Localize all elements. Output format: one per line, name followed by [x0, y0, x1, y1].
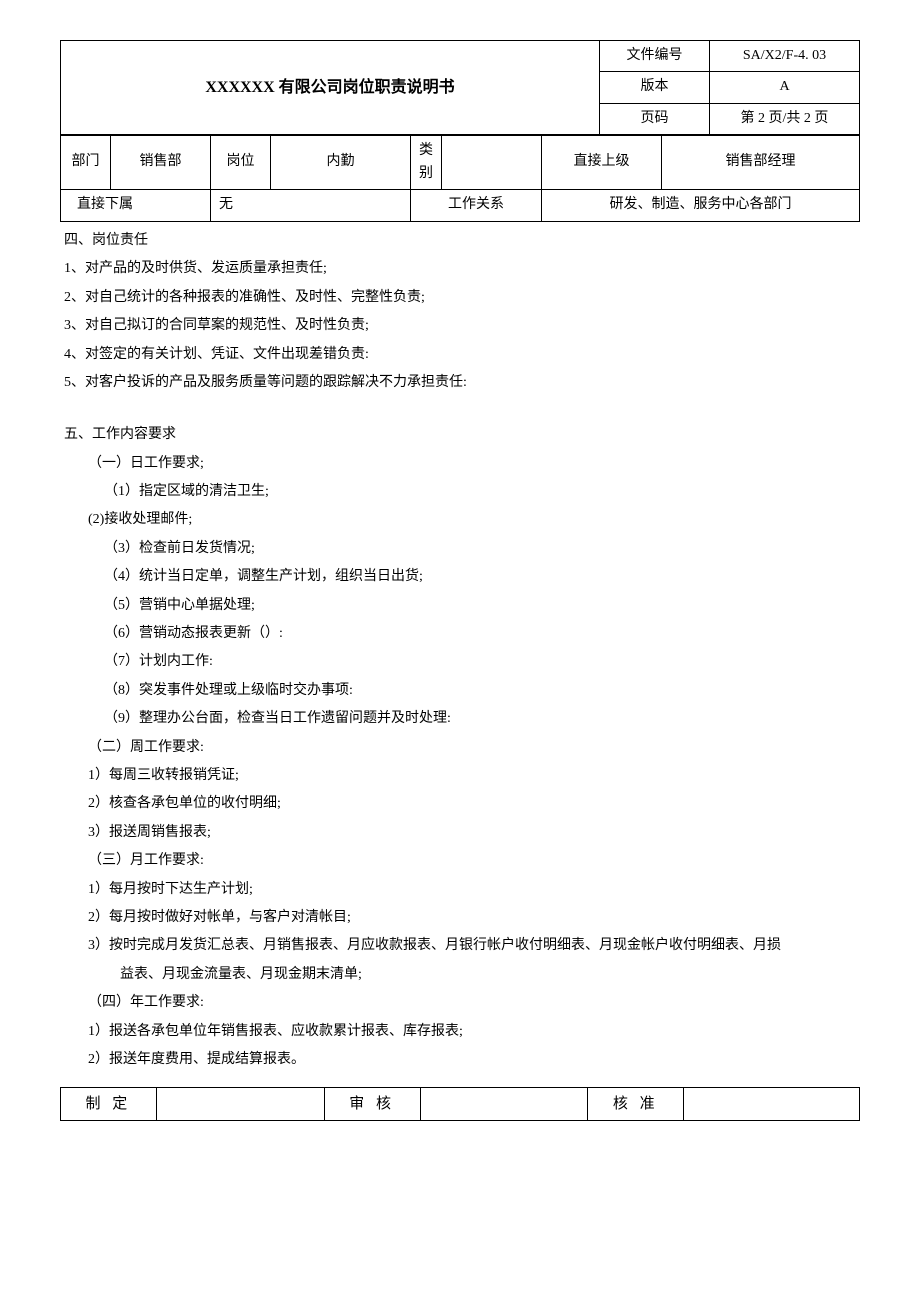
weekly-title: （二）周工作要求: — [64, 737, 856, 759]
relation-label: 工作关系 — [411, 189, 542, 221]
header-table: XXXXXX 有限公司岗位职责说明书 文件编号 SA/X2/F-4. 03 版本… — [60, 40, 860, 135]
yearly-item: 2）报送年度费用、提成结算报表。 — [64, 1049, 856, 1071]
page-label: 页码 — [600, 103, 710, 134]
info-table: 部门 销售部 岗位 内勤 类别 直接上级 销售部经理 直接下属 无 工作关系 研… — [60, 135, 860, 222]
super-label: 直接上级 — [542, 136, 662, 190]
daily-item: （8）突发事件处理或上级临时交办事项: — [64, 680, 856, 702]
sign-make-value — [156, 1088, 324, 1121]
monthly-item: 1）每月按时下达生产计划; — [64, 879, 856, 901]
version-label: 版本 — [600, 72, 710, 103]
yearly-title: （四）年工作要求: — [64, 992, 856, 1014]
daily-item: （6）营销动态报表更新（）: — [64, 623, 856, 645]
daily-title: （一）日工作要求; — [64, 453, 856, 475]
monthly-title: （三）月工作要求: — [64, 850, 856, 872]
monthly-item-line2: 益表、月现金流量表、月现金期末清单; — [64, 964, 856, 986]
doc-no-label: 文件编号 — [600, 41, 710, 72]
content-body: 四、岗位责任 1、对产品的及时供货、发运质量承担责任; 2、对自己统计的各种报表… — [60, 230, 860, 1071]
super-value: 销售部经理 — [662, 136, 860, 190]
sign-make-label: 制 定 — [86, 1096, 132, 1112]
dept-value: 销售部 — [111, 136, 211, 190]
weekly-item: 2）核查各承包单位的收付明细; — [64, 793, 856, 815]
section4-title: 四、岗位责任 — [64, 230, 856, 252]
sub-value: 无 — [211, 189, 411, 221]
daily-item: （5）营销中心单据处理; — [64, 595, 856, 617]
monthly-item: 2）每月按时做好对帐单，与客户对清帐目; — [64, 907, 856, 929]
doc-title: XXXXXX 有限公司岗位职责说明书 — [61, 41, 600, 135]
sign-review-label: 审 核 — [349, 1096, 395, 1112]
post-value: 内勤 — [271, 136, 411, 190]
yearly-item: 1）报送各承包单位年销售报表、应收款累计报表、库存报表; — [64, 1021, 856, 1043]
daily-item: （9）整理办公台面，检查当日工作遗留问题并及时处理: — [64, 708, 856, 730]
daily-item: （4）统计当日定单，调整生产计划，组织当日出货; — [64, 566, 856, 588]
section4-item: 2、对自己统计的各种报表的准确性、及时性、完整性负责; — [64, 287, 856, 309]
section4-item: 3、对自己拟订的合同草案的规范性、及时性负责; — [64, 315, 856, 337]
category-label: 类别 — [411, 136, 442, 190]
weekly-item: 1）每周三收转报销凭证; — [64, 765, 856, 787]
sign-table: 制 定 审 核 核 准 — [60, 1087, 860, 1121]
relation-value: 研发、制造、服务中心各部门 — [542, 189, 860, 221]
sign-approve-value — [684, 1088, 860, 1121]
section4-item: 4、对签定的有关计划、凭证、文件出现差错负责: — [64, 344, 856, 366]
category-value — [442, 136, 542, 190]
daily-item: （3）检查前日发货情况; — [64, 538, 856, 560]
daily-item: （1）指定区域的清洁卫生; — [64, 481, 856, 503]
dept-label: 部门 — [61, 136, 111, 190]
daily-item: (2)接收处理邮件; — [64, 509, 856, 531]
sub-label: 直接下属 — [61, 189, 211, 221]
section4-item: 5、对客户投诉的产品及服务质量等问题的跟踪解决不力承担责任: — [64, 372, 856, 394]
version-value: A — [710, 72, 860, 103]
weekly-item: 3）报送周销售报表; — [64, 822, 856, 844]
page-value: 第 2 页/共 2 页 — [710, 103, 860, 134]
sign-review-value — [420, 1088, 588, 1121]
daily-item: （7）计划内工作: — [64, 651, 856, 673]
post-label: 岗位 — [211, 136, 271, 190]
monthly-item-line1: 3）按时完成月发货汇总表、月销售报表、月应收款报表、月银行帐户收付明细表、月现金… — [64, 935, 856, 957]
section5-title: 五、工作内容要求 — [64, 424, 856, 446]
doc-no-value: SA/X2/F-4. 03 — [710, 41, 860, 72]
sign-approve-label: 核 准 — [613, 1096, 659, 1112]
section4-item: 1、对产品的及时供货、发运质量承担责任; — [64, 258, 856, 280]
